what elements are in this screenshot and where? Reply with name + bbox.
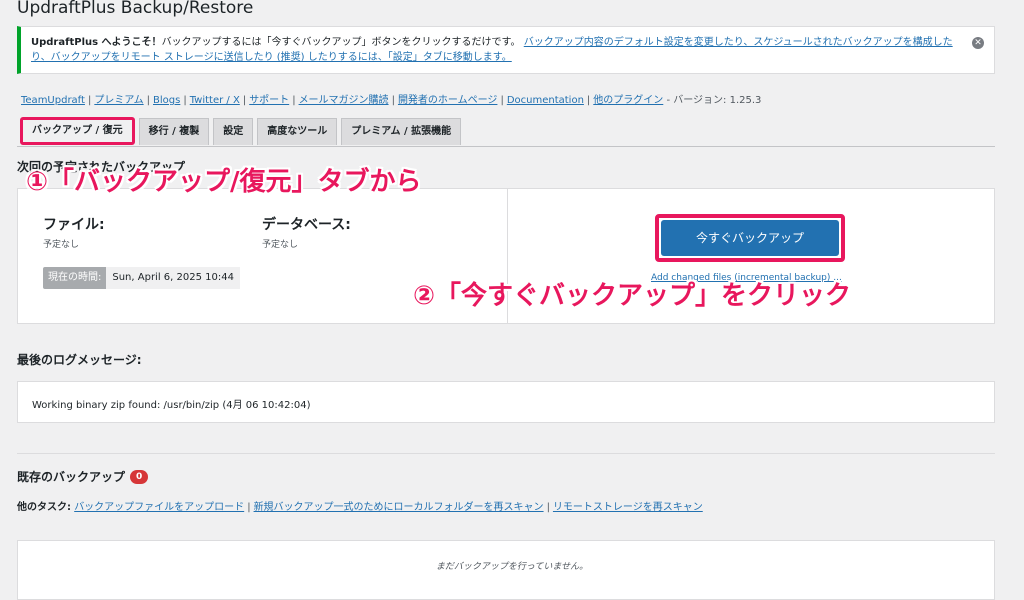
last-log-message: Working binary zip found: /usr/bin/zip (… xyxy=(17,381,995,423)
current-time: 現在の時間: Sun, April 6, 2025 10:44 xyxy=(43,267,240,289)
notice-strong: UpdraftPlus へようこそ！ xyxy=(31,37,162,48)
dismiss-icon[interactable]: ✕ xyxy=(972,37,984,49)
link-developer-home[interactable]: 開発者のホームページ xyxy=(398,95,498,106)
section-divider xyxy=(17,453,995,454)
backup-now-button[interactable]: 今すぐバックアップ xyxy=(661,220,839,256)
existing-backups-title: 既存のバックアップ xyxy=(17,470,126,484)
files-schedule: 予定なし xyxy=(43,240,80,250)
link-other-plugins[interactable]: 他のプラグイン xyxy=(593,95,663,106)
page-title: UpdraftPlus Backup/Restore xyxy=(17,0,254,18)
database-title: データベース: xyxy=(262,217,351,233)
current-time-label: 現在の時間: xyxy=(43,267,107,289)
link-blogs[interactable]: Blogs xyxy=(153,95,180,106)
database-schedule: 予定なし xyxy=(262,240,299,250)
tab-backup-restore[interactable]: バックアップ / 復元 xyxy=(20,117,135,145)
other-tasks-label: 他のタスク: xyxy=(17,502,71,513)
existing-backups-heading: 既存のバックアップ 0 xyxy=(17,468,149,485)
tab-advanced-tools[interactable]: 高度なツール xyxy=(257,118,338,145)
tab-bar: バックアップ / 復元 移行 / 複製 設定 高度なツール プレミアム / 拡張… xyxy=(20,117,462,146)
link-support[interactable]: サポート xyxy=(249,95,289,106)
version-text: - バージョン: 1.25.3 xyxy=(666,95,762,106)
last-log-heading: 最後のログメッセージ: xyxy=(17,353,142,367)
rescan-remote-link[interactable]: リモートストレージを再スキャン xyxy=(553,502,703,513)
link-newsletter[interactable]: メールマガジン購読 xyxy=(299,95,389,106)
link-premium[interactable]: プレミアム xyxy=(94,95,143,106)
files-title: ファイル: xyxy=(43,217,105,233)
link-teamupdraft[interactable]: TeamUpdraft xyxy=(21,95,85,106)
tab-divider xyxy=(17,146,995,147)
tab-migrate-clone[interactable]: 移行 / 複製 xyxy=(138,118,210,145)
other-tasks: 他のタスク: バックアップファイルをアップロード | 新規バックアップ一式のためにロ… xyxy=(17,502,703,513)
link-documentation[interactable]: Documentation xyxy=(507,95,584,106)
welcome-notice: UpdraftPlus へようこそ！バックアップするには「今すぐバックアップ」ボ… xyxy=(17,26,995,74)
link-twitter[interactable]: Twitter / X xyxy=(190,95,240,106)
upload-backup-link[interactable]: バックアップファイルをアップロード xyxy=(74,502,244,513)
tab-premium-extensions[interactable]: プレミアム / 拡張機能 xyxy=(341,118,462,145)
annotation-step-2: ②「今すぐバックアップ」をクリック xyxy=(413,281,852,311)
no-backups-message: まだバックアップを行っていません。 xyxy=(435,562,589,572)
backup-count-badge: 0 xyxy=(130,469,149,484)
plugin-links: TeamUpdraft | プレミアム | Blogs | Twitter / X | サポート… xyxy=(21,95,762,106)
notice-text: バックアップするには「今すぐバックアップ」ボタンをクリックするだけです。 xyxy=(161,37,521,48)
annotation-step-1: ①「バックアップ/復元」タブから xyxy=(26,167,422,197)
current-time-value: Sun, April 6, 2025 10:44 xyxy=(106,267,240,289)
rescan-local-link[interactable]: 新規バックアップ一式のためにローカルフォルダーを再スキャン xyxy=(254,502,544,513)
tab-settings[interactable]: 設定 xyxy=(213,118,254,145)
